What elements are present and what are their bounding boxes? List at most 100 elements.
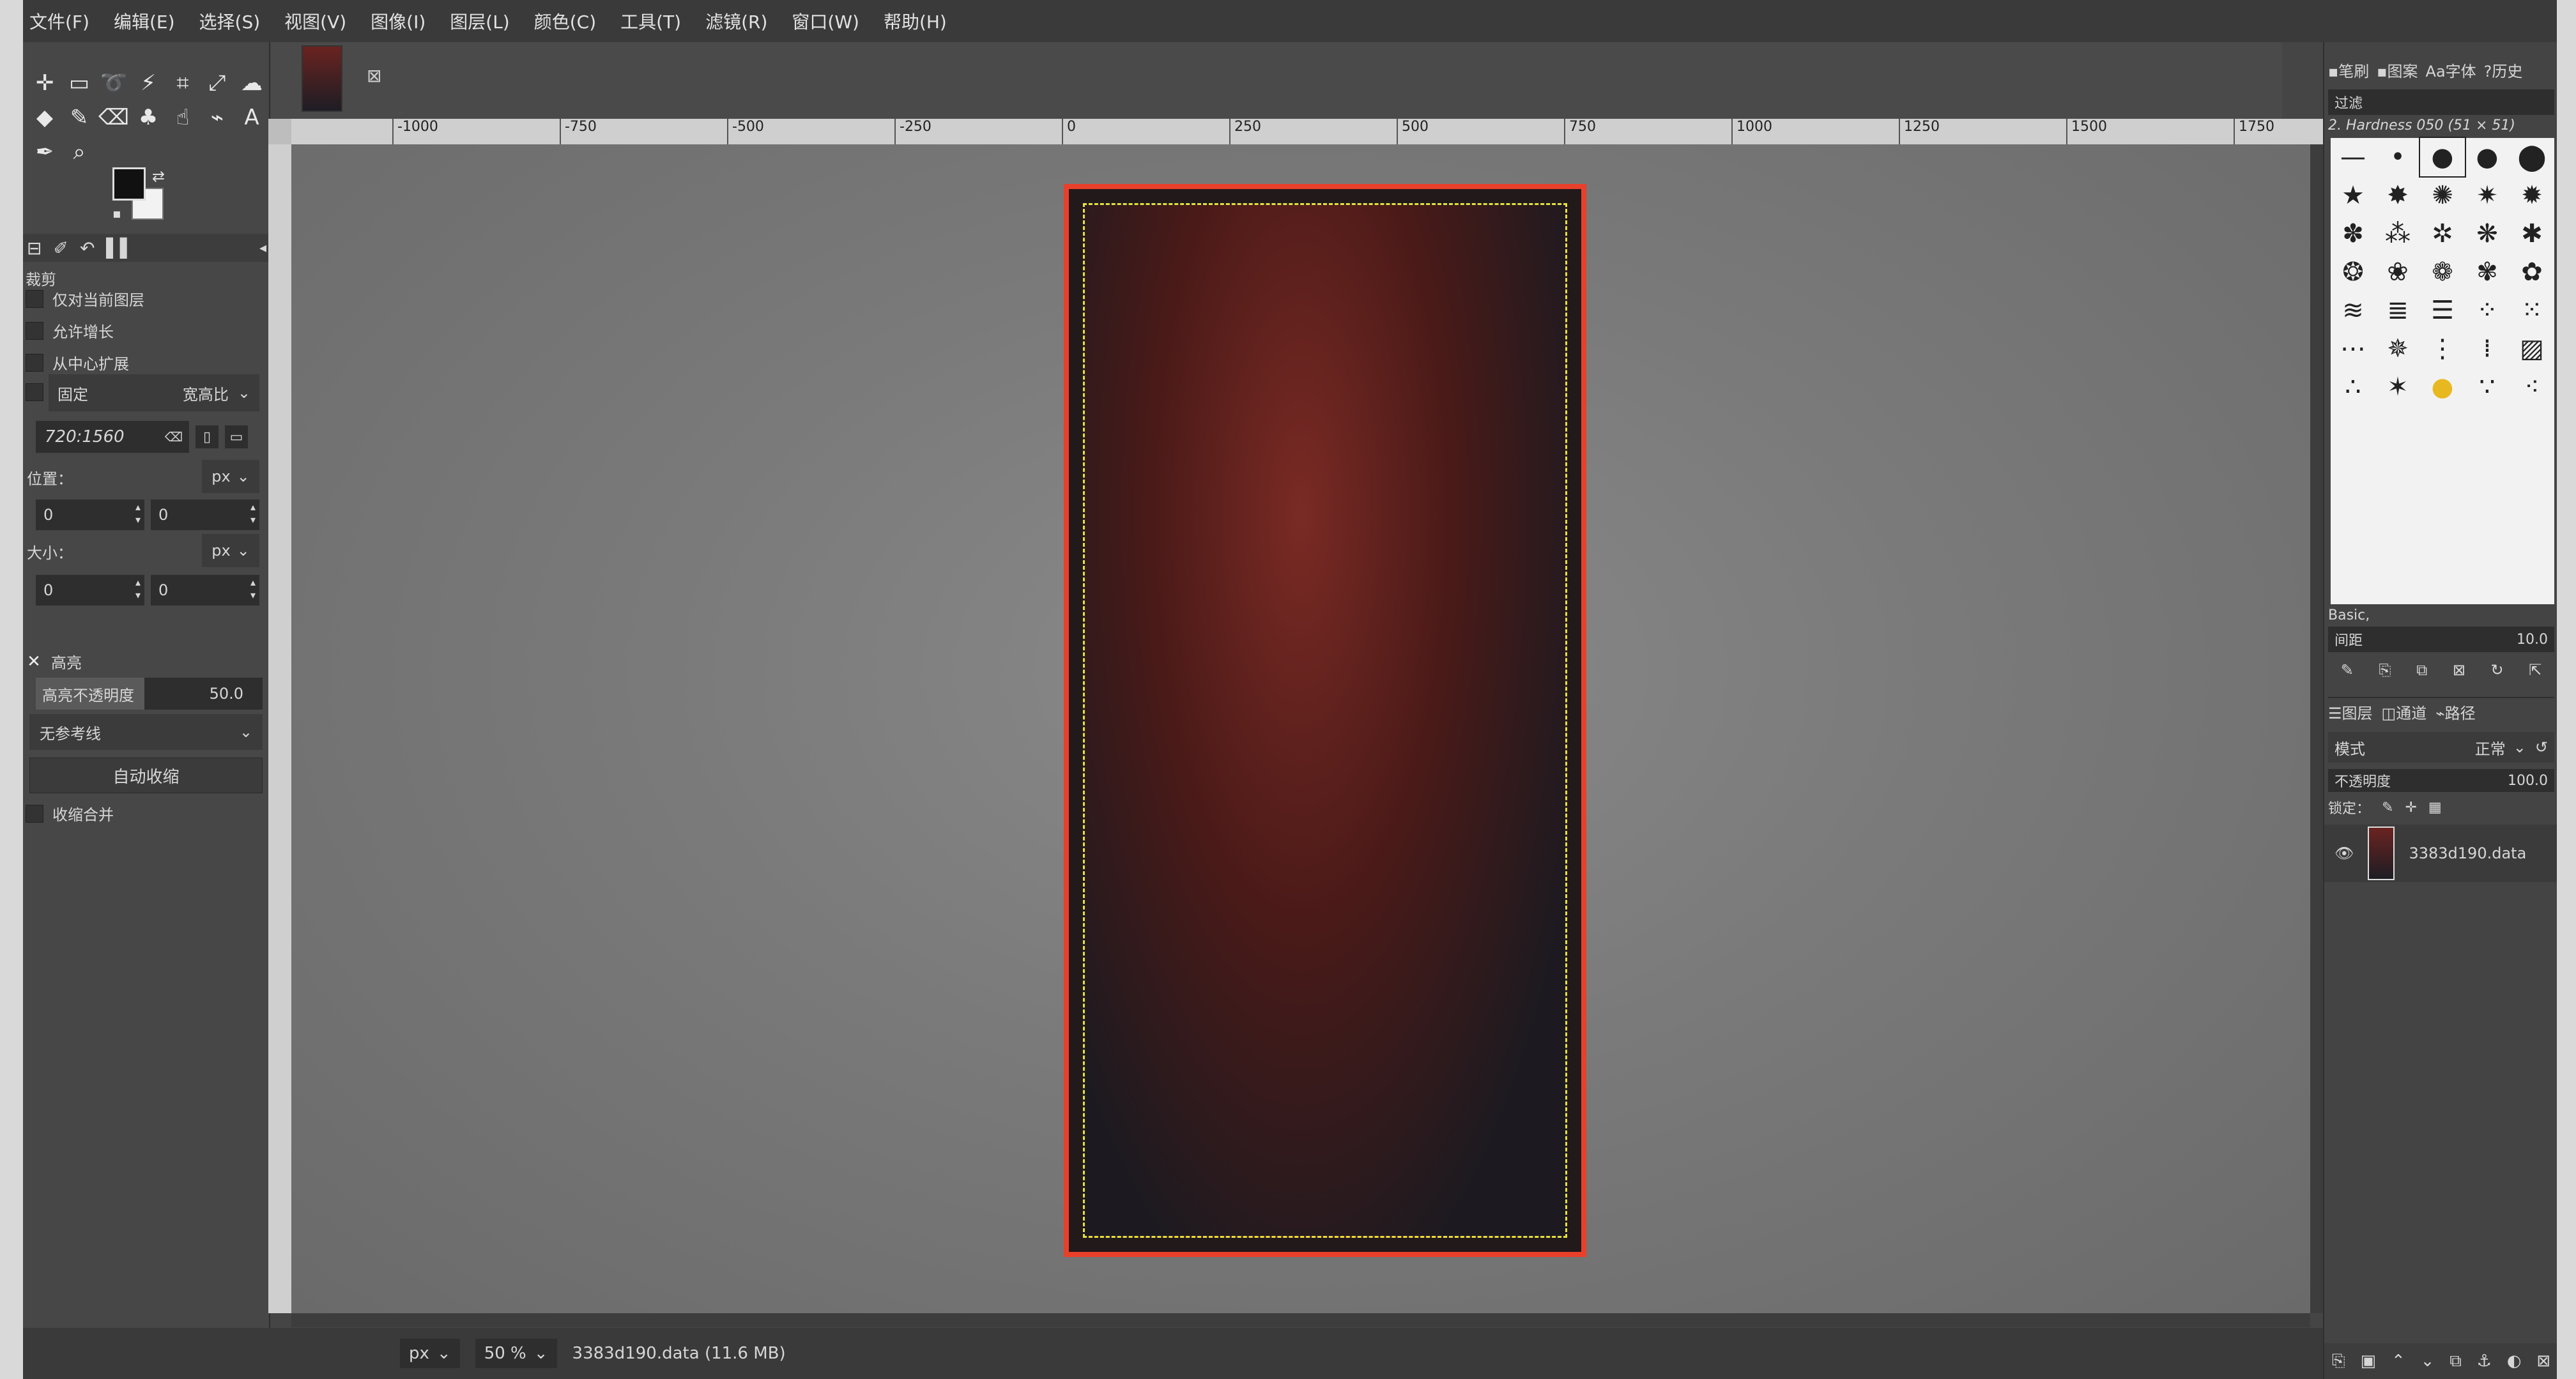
tab-fonts[interactable]: Aa字体: [2426, 59, 2476, 81]
layer-name[interactable]: 3383d190.data: [2409, 844, 2526, 862]
brush-item[interactable]: ✿: [2510, 253, 2554, 291]
brush-item[interactable]: ∴: [2331, 368, 2375, 406]
new-layer-group-icon[interactable]: ▣: [2361, 1352, 2377, 1371]
checkbox[interactable]: [26, 353, 43, 372]
position-y-field[interactable]: 0 ▴ ▾: [151, 499, 259, 530]
brush-item[interactable]: ⁂: [2375, 215, 2420, 253]
brush-item[interactable]: ✽: [2331, 215, 2375, 253]
menu-edit[interactable]: 编辑(E): [114, 8, 175, 34]
swap-colors-icon[interactable]: ⇄: [152, 167, 165, 185]
zoom-icon[interactable]: ⌕: [63, 135, 96, 169]
warp-icon[interactable]: ☁: [235, 66, 268, 100]
color-picker-icon[interactable]: ✒: [28, 135, 61, 169]
position-x-field[interactable]: 0 ▴ ▾: [36, 499, 144, 530]
menu-filters[interactable]: 滤镜(R): [705, 8, 767, 34]
checkbox[interactable]: [26, 383, 43, 401]
spinner-icon[interactable]: ▴ ▾: [250, 576, 256, 602]
brush-item[interactable]: ⁖: [2510, 368, 2554, 406]
eraser-icon[interactable]: ⌫: [97, 101, 130, 134]
tab-brushes[interactable]: ▪笔刷: [2328, 59, 2369, 81]
tab-layers[interactable]: ☰图层: [2328, 701, 2373, 723]
tab-channels[interactable]: ◫通道: [2382, 701, 2427, 723]
brush-item[interactable]: ✵: [2375, 330, 2420, 368]
brush-item[interactable]: ❀: [2375, 253, 2420, 291]
tab-paths[interactable]: ⌁路径: [2435, 701, 2475, 723]
position-unit-dropdown[interactable]: px ⌄: [202, 460, 259, 493]
size-width-field[interactable]: 0 ▴ ▾: [36, 575, 144, 606]
horizontal-ruler[interactable]: -1000 -750 -500 -250 0 250 500 750 1000 …: [291, 119, 2323, 144]
brush-item[interactable]: •: [2375, 138, 2420, 176]
vertical-ruler[interactable]: [268, 144, 291, 1313]
layer-mode-dropdown[interactable]: 模式 正常 ⌄ ↺: [2328, 732, 2554, 763]
size-unit-dropdown[interactable]: px ⌄: [202, 534, 259, 567]
lasso-icon[interactable]: ➰: [97, 66, 130, 100]
lock-position-icon[interactable]: ✛: [2405, 800, 2416, 816]
brush-item[interactable]: ⋮: [2420, 330, 2465, 368]
fuzzy-select-icon[interactable]: ⚡: [132, 66, 165, 100]
smudge-icon[interactable]: ☝: [166, 101, 199, 134]
device-status-tab-icon[interactable]: ✐: [53, 238, 68, 259]
tab-menu-icon[interactable]: ◂: [259, 240, 266, 256]
brush-item[interactable]: ⬤: [2510, 138, 2554, 176]
lock-pixels-icon[interactable]: ✎: [2382, 800, 2393, 816]
brush-item[interactable]: ▨: [2510, 330, 2554, 368]
portrait-icon[interactable]: ▯: [195, 425, 218, 448]
auto-shrink-button[interactable]: 自动收缩: [29, 758, 263, 793]
menu-help[interactable]: 帮助(H): [884, 8, 947, 34]
delete-layer-icon[interactable]: ⊠: [2536, 1352, 2550, 1371]
brush-item[interactable]: ✾: [2465, 253, 2510, 291]
brush-item[interactable]: —: [2331, 138, 2375, 176]
checkbox[interactable]: [26, 804, 43, 823]
checkbox-checked-icon[interactable]: ✕: [26, 652, 42, 671]
brush-item[interactable]: ☰: [2420, 291, 2465, 330]
brush-item[interactable]: ✶: [2375, 368, 2420, 406]
fixed-checkbox[interactable]: [26, 383, 43, 401]
canvas-area[interactable]: [291, 144, 2310, 1313]
images-tab-icon[interactable]: ▌▌: [106, 238, 134, 259]
crop-icon[interactable]: ⌗: [166, 66, 199, 100]
menu-layer[interactable]: 图层(L): [450, 8, 509, 34]
highlight-option[interactable]: ✕ 高亮: [26, 650, 82, 673]
menu-tools[interactable]: 工具(T): [620, 8, 681, 34]
checkbox[interactable]: [26, 321, 43, 340]
brush-filter-input[interactable]: 过滤: [2328, 89, 2554, 115]
brush-item[interactable]: ✸: [2375, 176, 2420, 215]
aspect-ratio-input[interactable]: 720:1560 ⌫: [36, 421, 189, 453]
duplicate-brush-icon[interactable]: ⧉: [2416, 661, 2427, 679]
mask-layer-icon[interactable]: ◐: [2507, 1352, 2522, 1371]
close-icon[interactable]: ⊠: [367, 65, 381, 86]
lower-layer-icon[interactable]: ⌄: [2421, 1352, 2435, 1371]
brush-item[interactable]: ✹: [2510, 176, 2554, 215]
duplicate-layer-icon[interactable]: ⧉: [2450, 1352, 2462, 1371]
unit-dropdown[interactable]: px ⌄: [400, 1339, 460, 1368]
landscape-icon[interactable]: ▭: [225, 425, 248, 448]
menu-colors[interactable]: 颜色(C): [534, 8, 596, 34]
brush-grid[interactable]: — • ● ● ⬤ ★ ✸ ✺ ✷ ✹ ✽ ⁂ ✲ ❋ ✱ ❂ ❀ ❁ ✾ ✿ …: [2331, 137, 2554, 604]
brush-item[interactable]: ≣: [2375, 291, 2420, 330]
clone-icon[interactable]: ♣: [132, 101, 165, 134]
brush-item[interactable]: ✷: [2465, 176, 2510, 215]
fixed-mode-dropdown[interactable]: 固定 宽高比 ⌄: [49, 374, 259, 411]
paths-icon[interactable]: ⌁: [201, 101, 234, 134]
horizontal-scrollbar[interactable]: [291, 1313, 2310, 1327]
brush-item[interactable]: ❂: [2331, 253, 2375, 291]
unified-transform-icon[interactable]: ⤢: [201, 66, 234, 100]
paintbrush-icon[interactable]: ✎: [63, 101, 96, 134]
brush-item[interactable]: ★: [2331, 176, 2375, 215]
menu-windows[interactable]: 窗口(W): [792, 8, 859, 34]
undo-history-tab-icon[interactable]: ↶: [80, 238, 95, 259]
brush-item[interactable]: ≋: [2331, 291, 2375, 330]
text-icon[interactable]: A: [235, 101, 268, 134]
brush-item[interactable]: ⁞: [2465, 330, 2510, 368]
anchor-layer-icon[interactable]: ⚓: [2477, 1352, 2492, 1371]
clear-icon[interactable]: ⌫: [165, 429, 183, 445]
menu-file[interactable]: 文件(F): [29, 8, 89, 34]
spinner-icon[interactable]: ▴ ▾: [250, 501, 256, 526]
brush-item[interactable]: ⁙: [2510, 291, 2554, 330]
new-brush-icon[interactable]: ⎘: [2379, 661, 2391, 679]
tool-options-tab-icon[interactable]: ⊟: [27, 238, 42, 259]
spinner-icon[interactable]: ▴ ▾: [135, 501, 141, 526]
edit-brush-icon[interactable]: ✎: [2341, 661, 2354, 679]
spinner-icon[interactable]: ▴ ▾: [135, 576, 141, 602]
guides-dropdown[interactable]: 无参考线 ⌄: [29, 714, 263, 750]
